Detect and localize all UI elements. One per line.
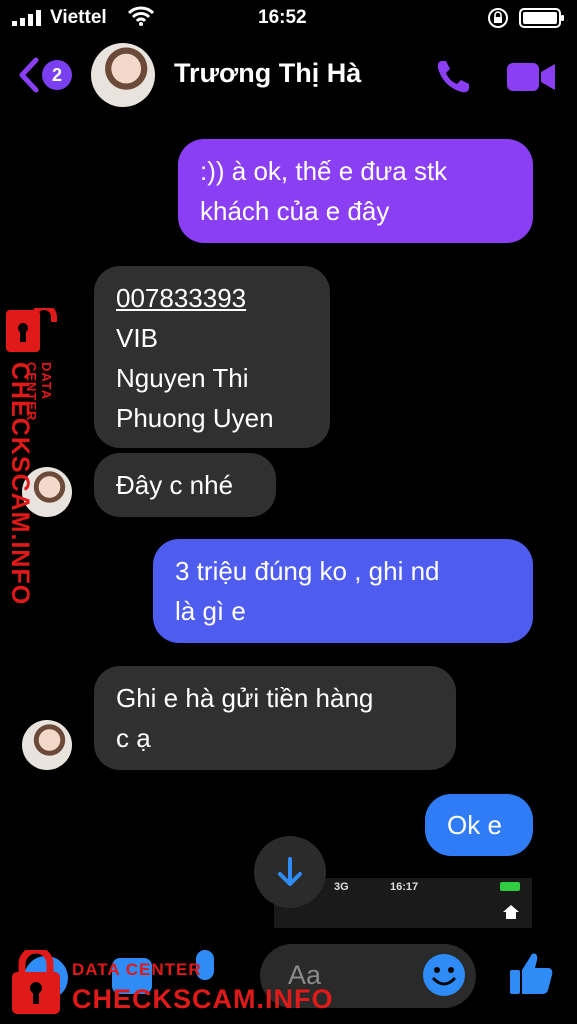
watermark-big-label: CHECKSCAM.INFO (72, 984, 334, 1014)
status-time: 16:52 (258, 7, 307, 28)
message-line: c ạ (116, 723, 151, 753)
message-line: Phuong Uyen (116, 403, 274, 433)
thumbnail-network: 3G (334, 881, 349, 893)
battery-icon (519, 8, 564, 28)
message-line: :)) à ok, thế e đưa stk (200, 156, 448, 186)
message-line: VIB (116, 323, 158, 353)
rotation-lock-icon (488, 8, 508, 28)
watermark-small-label: DATA CENTER (24, 362, 54, 422)
message-bubble-incoming[interactable]: Đây c nhé (94, 453, 276, 517)
contact-name[interactable]: Trương Thị Hà (174, 58, 361, 89)
watermark-lock-icon (6, 308, 57, 352)
unread-count-badge[interactable]: 2 (42, 60, 72, 90)
message-bubble-outgoing[interactable]: Ok e (425, 794, 533, 856)
message-line: khách của e đây (200, 196, 390, 226)
message-line: Ok e (447, 810, 502, 840)
carrier-name: Viettel (50, 7, 107, 28)
status-bar: Viettel 16:52 (0, 0, 577, 38)
emoji-icon[interactable] (422, 953, 466, 997)
message-line: Ghi e hà gửi tiền hàng (116, 683, 374, 713)
message-bubble-outgoing[interactable]: :)) à ok, thế e đưa stk khách của e đây (178, 139, 533, 243)
scroll-to-bottom-button[interactable] (254, 836, 326, 908)
message-bubble-incoming[interactable]: Ghi e hà gửi tiền hàng c ạ (94, 666, 456, 770)
arrow-down-icon (278, 857, 302, 886)
message-line: Nguyen Thi (116, 363, 249, 393)
message-line: là gì e (175, 596, 246, 626)
thumbnail-time: 16:17 (390, 881, 419, 893)
message-bubble-incoming[interactable]: 007833393 VIB Nguyen Thi Phuong Uyen (94, 266, 330, 448)
message-bubble-outgoing[interactable]: 3 triệu đúng ko , ghi nd là gì e (153, 539, 533, 643)
watermark-lock-icon (12, 950, 60, 1014)
sender-avatar (22, 720, 72, 770)
video-call-icon[interactable] (506, 60, 556, 94)
message-line: 3 triệu đúng ko , ghi nd (175, 556, 440, 586)
thumbnail-battery-icon (500, 882, 520, 891)
message-line: Đây c nhé (116, 470, 234, 500)
back-chevron-icon[interactable] (16, 56, 42, 94)
wifi-icon (128, 6, 154, 26)
signal-icon (12, 10, 41, 26)
home-icon (503, 905, 519, 919)
phone-call-icon[interactable] (434, 58, 472, 96)
contact-avatar[interactable] (91, 43, 155, 107)
thumbs-up-icon[interactable] (508, 950, 554, 996)
watermark-small-label: DATA CENTER (72, 960, 202, 979)
account-number-link[interactable]: 007833393 (116, 278, 246, 318)
watermark-big-label: CHECKSCAM.INFO (6, 362, 34, 606)
